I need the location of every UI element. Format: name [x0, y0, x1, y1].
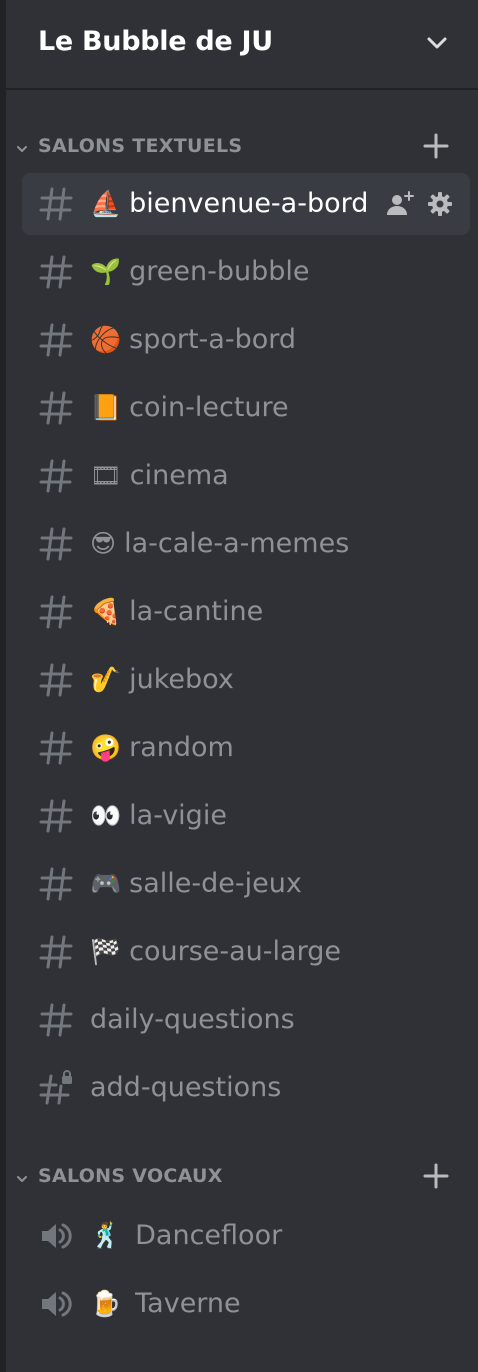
channel-label: la-cale-a-memes: [124, 528, 350, 559]
hash-icon: [38, 662, 74, 698]
channel-sidebar: Le Bubble de JU SALONS TEXTUELS ⛵ bienvenu…: [0, 0, 478, 1372]
channel-name: 🍺 Taverne: [90, 1285, 241, 1323]
hash-icon: [38, 798, 74, 834]
channel-emoji: 🍺: [90, 1289, 122, 1318]
hash-icon: [38, 254, 74, 290]
channel-label: la-vigie: [129, 800, 227, 831]
channel-name: 🏀 sport-a-bord: [90, 321, 296, 359]
text-channel-item[interactable]: add-questions: [22, 1057, 470, 1119]
channel-label: green-bubble: [129, 256, 310, 287]
channel-emoji: 🌱: [90, 257, 122, 286]
channel-emoji: 🤪: [90, 733, 122, 762]
channel-name: 📙 coin-lecture: [90, 389, 289, 427]
server-name: Le Bubble de JU: [38, 26, 273, 57]
channel-label: random: [129, 732, 234, 763]
voice-channel-item[interactable]: 🍺 Taverne: [22, 1273, 470, 1335]
text-channel-item[interactable]: ⛵ bienvenue-a-bord: [22, 173, 470, 235]
text-channel-item[interactable]: 🤪 random: [22, 717, 470, 779]
channel-label: add-questions: [90, 1072, 282, 1103]
text-channel-item[interactable]: 😎 la-cale-a-memes: [22, 513, 470, 575]
hash-icon: [38, 322, 74, 358]
channel-label: cinema: [129, 460, 229, 491]
channel-name: 😎 la-cale-a-memes: [90, 525, 349, 563]
hash-icon: [38, 526, 74, 562]
channel-name: 🎮 salle-de-jeux: [90, 865, 302, 903]
add-channel-icon[interactable]: [422, 132, 450, 160]
channel-emoji: ⛵: [90, 189, 122, 218]
add-channel-icon[interactable]: [422, 1162, 450, 1190]
channel-name: 🍕 la-cantine: [90, 593, 263, 631]
channel-label: coin-lecture: [129, 392, 289, 423]
chevron-down-icon[interactable]: [424, 30, 450, 56]
text-channel-item[interactable]: 👀 la-vigie: [22, 785, 470, 847]
channel-emoji: 🎞: [90, 461, 122, 490]
speaker-icon: [38, 1286, 74, 1322]
category-label: SALONS TEXTUELS: [38, 135, 243, 157]
category-label: SALONS VOCAUX: [38, 1165, 223, 1187]
text-channel-item[interactable]: 🏀 sport-a-bord: [22, 309, 470, 371]
channel-name: 🏁 course-au-large: [90, 933, 341, 971]
gear-icon[interactable]: [426, 190, 454, 218]
category-header[interactable]: SALONS TEXTUELS: [6, 126, 478, 166]
hash-icon: [38, 458, 74, 494]
category-header[interactable]: SALONS VOCAUX: [6, 1156, 478, 1196]
channel-label: jukebox: [129, 664, 234, 695]
channel-label: Taverne: [135, 1288, 241, 1319]
channel-name: 🌱 green-bubble: [90, 253, 310, 291]
channel-actions: [374, 190, 454, 218]
server-header[interactable]: Le Bubble de JU: [6, 0, 478, 90]
channel-name: 🎞 cinema: [90, 457, 229, 495]
channel-emoji: 🍕: [90, 597, 122, 626]
channel-name: 🤪 random: [90, 729, 234, 767]
hash-icon: [38, 186, 74, 222]
channel-label: course-au-large: [129, 936, 341, 967]
channel-label: salle-de-jeux: [129, 868, 302, 899]
channel-emoji: 🎷: [90, 665, 122, 694]
channel-label: sport-a-bord: [129, 324, 297, 355]
text-channel-item[interactable]: 🍕 la-cantine: [22, 581, 470, 643]
voice-channel-item[interactable]: 🕺 Dancefloor: [22, 1205, 470, 1267]
locked-hash-icon: [38, 1070, 74, 1106]
channel-emoji: 👀: [90, 801, 122, 830]
chevron-down-icon: [16, 1170, 28, 1182]
hash-icon: [38, 390, 74, 426]
text-channel-item[interactable]: 🌱 green-bubble: [22, 241, 470, 303]
hash-icon: [38, 594, 74, 630]
channel-name: add-questions: [90, 1069, 281, 1107]
hash-icon: [38, 934, 74, 970]
text-channel-item[interactable]: 🎞 cinema: [22, 445, 470, 507]
text-channel-item[interactable]: 🎮 salle-de-jeux: [22, 853, 470, 915]
hash-icon: [38, 730, 74, 766]
channel-emoji: 🏀: [90, 325, 122, 354]
channel-name: 🕺 Dancefloor: [90, 1217, 282, 1255]
text-channel-item[interactable]: 📙 coin-lecture: [22, 377, 470, 439]
channel-name: daily-questions: [90, 1001, 295, 1039]
channel-label: la-cantine: [129, 596, 264, 627]
channel-label: Dancefloor: [135, 1220, 283, 1251]
create-invite-icon[interactable]: [386, 190, 414, 218]
text-channel-item[interactable]: 🏁 course-au-large: [22, 921, 470, 983]
chevron-down-icon: [16, 140, 28, 152]
channel-name: 👀 la-vigie: [90, 797, 227, 835]
text-channel-item[interactable]: 🎷 jukebox: [22, 649, 470, 711]
channel-emoji: 🕺: [90, 1221, 122, 1250]
text-channel-item[interactable]: daily-questions: [22, 989, 470, 1051]
channel-emoji: 📙: [90, 393, 122, 422]
channel-label: daily-questions: [90, 1004, 295, 1035]
speaker-icon: [38, 1218, 74, 1254]
channel-label: bienvenue-a-bord: [129, 188, 369, 219]
channel-name: ⛵ bienvenue-a-bord: [90, 185, 368, 223]
channel-emoji: 🎮: [90, 869, 122, 898]
hash-icon: [38, 866, 74, 902]
channel-name: 🎷 jukebox: [90, 661, 234, 699]
channel-emoji: 🏁: [90, 937, 122, 966]
hash-icon: [38, 1002, 74, 1038]
channel-emoji: 😎: [90, 529, 117, 558]
